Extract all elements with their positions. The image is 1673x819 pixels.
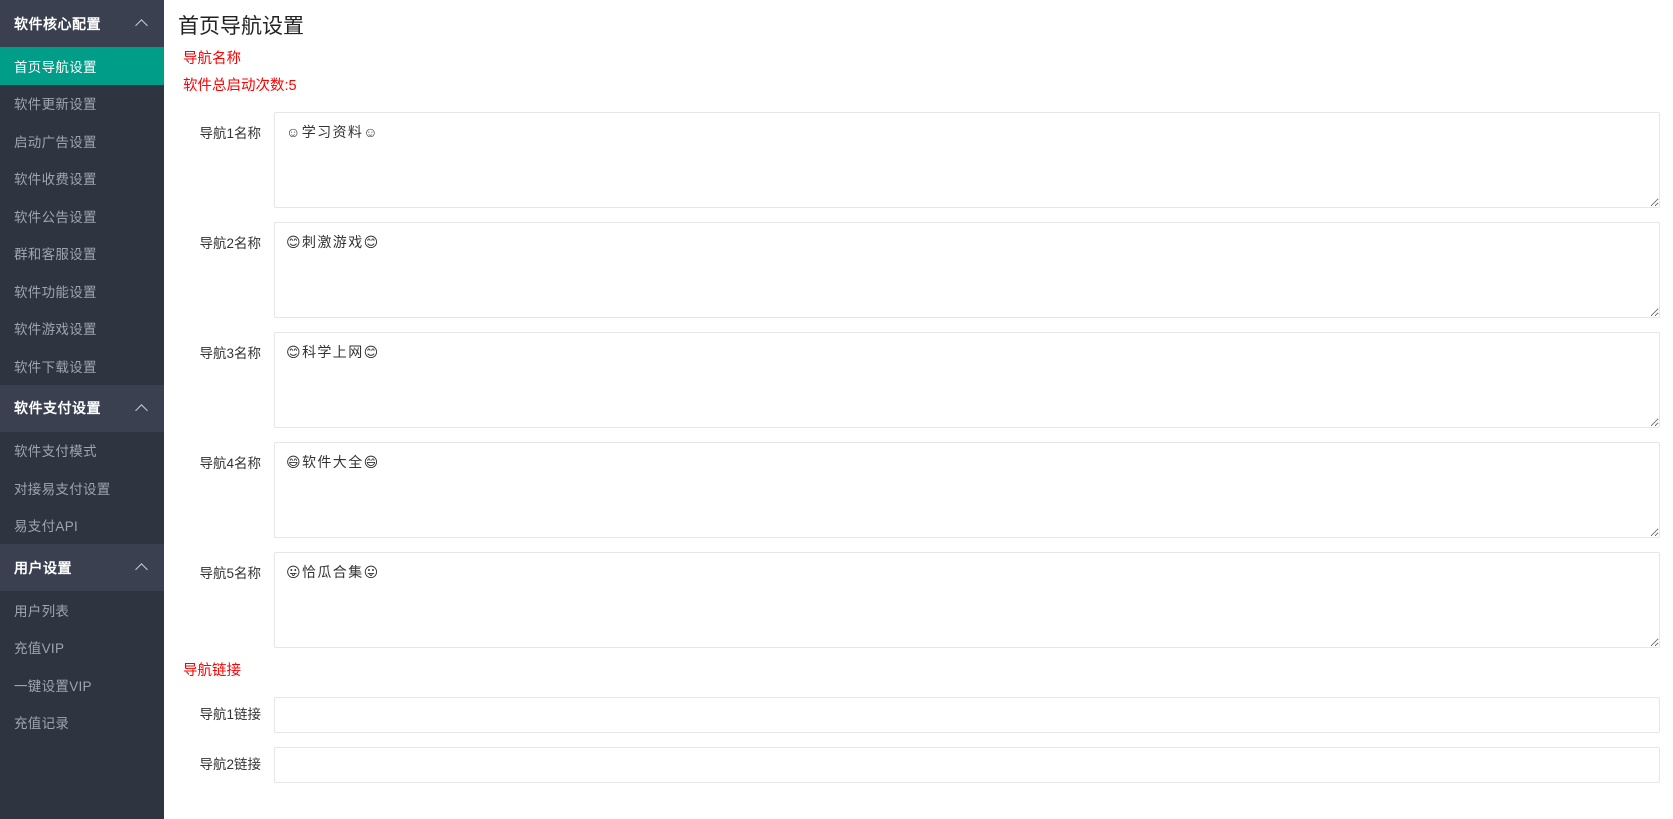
- sidebar-item-label: 软件游戏设置: [14, 322, 97, 338]
- nav-link-input-1[interactable]: [274, 696, 1660, 733]
- sidebar-item-label: 软件公告设置: [14, 209, 97, 225]
- nav-name-field-cell: [274, 111, 1660, 208]
- nav-name-section-label: 导航名称: [183, 51, 241, 68]
- sidebar-item-0-8[interactable]: 软件下载设置: [0, 347, 164, 385]
- nav-name-row: 导航5名称: [164, 551, 1673, 648]
- nav-name-field-cell: [274, 331, 1660, 428]
- sidebar-item-0-2[interactable]: 启动广告设置: [0, 122, 164, 160]
- sidebar-group-header-1[interactable]: 软件支付设置: [0, 384, 164, 432]
- nav-name-label-3: 导航3名称: [199, 345, 261, 361]
- nav-name-field-cell: [274, 221, 1660, 318]
- nav-name-row: 导航2名称: [164, 221, 1673, 318]
- nav-link-label-1: 导航1链接: [199, 706, 261, 722]
- sidebar-item-label: 充值VIP: [14, 641, 65, 657]
- nav-link-section-label: 导航链接: [183, 662, 241, 679]
- sidebar-item-0-3[interactable]: 软件收费设置: [0, 159, 164, 197]
- nav-link-label-2: 导航2链接: [199, 756, 261, 772]
- sidebar-item-label: 群和客服设置: [14, 247, 97, 263]
- chevron-up-icon: [137, 18, 148, 29]
- sidebar-item-label: 软件下载设置: [14, 359, 97, 375]
- nav-name-textarea-5[interactable]: [274, 551, 1660, 648]
- sidebar-item-0-0[interactable]: 首页导航设置: [0, 47, 164, 85]
- sidebar-item-0-4[interactable]: 软件公告设置: [0, 197, 164, 235]
- sidebar-item-0-6[interactable]: 软件功能设置: [0, 272, 164, 310]
- chevron-up-icon: [137, 403, 148, 414]
- nav-name-row: 导航4名称: [164, 441, 1673, 538]
- sidebar-item-label: 一键设置VIP: [14, 678, 92, 694]
- sidebar-item-0-5[interactable]: 群和客服设置: [0, 234, 164, 272]
- nav-name-textarea-3[interactable]: [274, 331, 1660, 428]
- sidebar-item-1-0[interactable]: 软件支付模式: [0, 431, 164, 469]
- nav-link-field-cell: [274, 746, 1660, 783]
- sidebar-item-2-1[interactable]: 充值VIP: [0, 628, 164, 666]
- nav-link-row: 导航1链接: [164, 696, 1673, 733]
- sidebar-item-0-1[interactable]: 软件更新设置: [0, 84, 164, 122]
- sidebar-item-label: 软件收费设置: [14, 172, 97, 188]
- nav-link-fields: 导航1链接导航2链接: [164, 696, 1673, 783]
- sidebar-group-title: 用户设置: [14, 559, 72, 576]
- nav-name-label-2: 导航2名称: [199, 235, 261, 251]
- nav-name-row: 导航1名称: [164, 111, 1673, 208]
- nav-name-textarea-2[interactable]: [274, 221, 1660, 318]
- sidebar: 软件核心配置 首页导航设置 软件更新设置 启动广告设置 软件收费设置 软件公告设置 群和客服…: [0, 0, 164, 819]
- nav-name-label-5: 导航5名称: [199, 565, 261, 581]
- sidebar-item-label: 充值记录: [14, 716, 70, 732]
- sidebar-item-label: 软件更新设置: [14, 97, 97, 113]
- nav-name-field-cell: [274, 551, 1660, 648]
- sidebar-group-header-2[interactable]: 用户设置: [0, 544, 164, 591]
- nav-name-textarea-4[interactable]: [274, 441, 1660, 538]
- launch-count-note: 软件总启动次数:5: [183, 78, 297, 95]
- nav-name-label-1: 导航1名称: [199, 125, 261, 141]
- nav-link-input-2[interactable]: [274, 746, 1660, 783]
- sidebar-item-label: 软件支付模式: [14, 444, 97, 460]
- nav-name-textarea-1[interactable]: [274, 111, 1660, 208]
- sidebar-item-label: 用户列表: [14, 603, 70, 619]
- sidebar-group-title: 软件支付设置: [14, 400, 101, 416]
- sidebar-item-2-3[interactable]: 充值记录: [0, 703, 164, 741]
- nav-name-fields: 导航1名称导航2名称导航3名称导航4名称导航5名称: [164, 111, 1673, 648]
- app-root: 软件核心配置 首页导航设置 软件更新设置 启动广告设置 软件收费设置 软件公告设置 群和客服…: [0, 0, 1673, 819]
- sidebar-item-1-2[interactable]: 易支付API: [0, 506, 164, 544]
- nav-link-row: 导航2链接: [164, 746, 1673, 783]
- main-content: 首页导航设置 导航名称 软件总启动次数:5 导航1名称导航2名称导航3名称导航4…: [164, 0, 1673, 819]
- chevron-up-icon: [137, 562, 148, 573]
- sidebar-item-label: 易支付API: [14, 519, 79, 535]
- sidebar-item-label: 首页导航设置: [14, 59, 97, 75]
- nav-link-field-cell: [274, 696, 1660, 733]
- sidebar-item-1-1[interactable]: 对接易支付设置: [0, 469, 164, 507]
- sidebar-item-2-2[interactable]: 一键设置VIP: [0, 666, 164, 704]
- sidebar-item-label: 启动广告设置: [14, 134, 97, 150]
- sidebar-item-0-7[interactable]: 软件游戏设置: [0, 309, 164, 347]
- nav-name-row: 导航3名称: [164, 331, 1673, 428]
- sidebar-item-2-0[interactable]: 用户列表: [0, 591, 164, 629]
- nav-name-label-4: 导航4名称: [199, 455, 261, 471]
- sidebar-group-title: 软件核心配置: [14, 15, 101, 32]
- sidebar-item-label: 对接易支付设置: [14, 481, 111, 497]
- page-title: 首页导航设置: [178, 15, 304, 38]
- sidebar-group-header-0[interactable]: 软件核心配置: [0, 0, 164, 47]
- nav-name-field-cell: [274, 441, 1660, 538]
- sidebar-item-label: 软件功能设置: [14, 284, 97, 300]
